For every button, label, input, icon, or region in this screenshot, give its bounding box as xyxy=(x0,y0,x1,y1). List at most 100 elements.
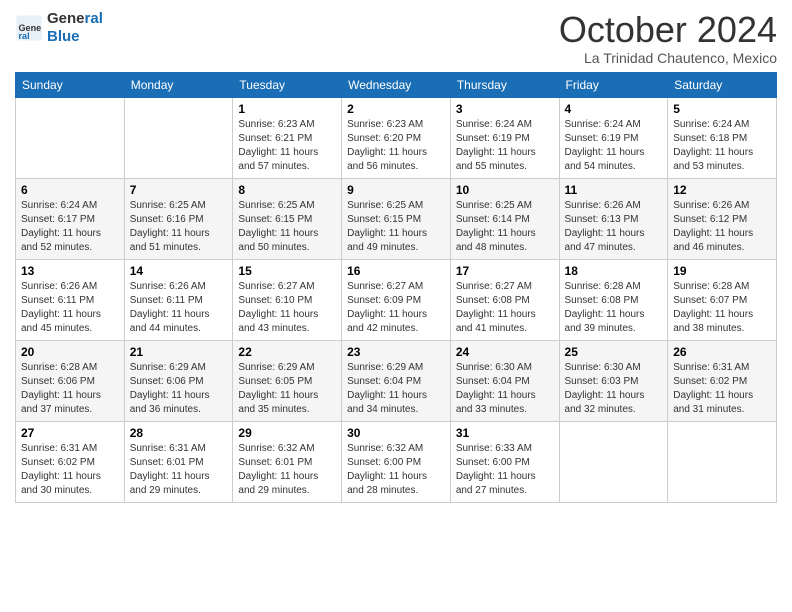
day-info: Sunrise: 6:31 AM Sunset: 6:02 PM Dayligh… xyxy=(673,361,771,417)
calendar-cell: 17 Sunrise: 6:27 AM Sunset: 6:08 PM Dayli… xyxy=(450,259,559,340)
day-number: 27 xyxy=(21,426,119,440)
calendar-cell: 22 Sunrise: 6:29 AM Sunset: 6:05 PM Dayli… xyxy=(233,340,342,421)
calendar-cell: 19Sunrise: 6:28 AM Sunset: 6:07 PM Dayli… xyxy=(668,259,777,340)
calendar-cell: 26 Sunrise: 6:31 AM Sunset: 6:02 PM Dayli… xyxy=(668,340,777,421)
day-info: Sunrise: 6:25 AM Sunset: 6:14 PM Dayligh… xyxy=(456,199,554,255)
day-info: Sunrise: 6:30 AM Sunset: 6:03 PM Dayligh… xyxy=(565,361,663,417)
logo: Gene ral General Blue xyxy=(15,10,103,46)
day-number: 10 xyxy=(456,183,554,197)
day-number: 28 xyxy=(130,426,228,440)
day-info: Sunrise: 6:25 AM Sunset: 6:16 PM Dayligh… xyxy=(130,199,228,255)
week-row-3: 13 Sunrise: 6:26 AM Sunset: 6:11 PM Dayli… xyxy=(16,259,777,340)
week-row-4: 20Sunrise: 6:28 AM Sunset: 6:06 PM Dayli… xyxy=(16,340,777,421)
day-info: Sunrise: 6:24 AM Sunset: 6:19 PM Dayligh… xyxy=(456,118,554,174)
day-number: 22 xyxy=(238,345,336,359)
calendar-cell: 7 Sunrise: 6:25 AM Sunset: 6:16 PM Daylig… xyxy=(124,178,233,259)
day-number: 18 xyxy=(565,264,663,278)
day-info: Sunrise: 6:23 AM Sunset: 6:20 PM Dayligh… xyxy=(347,118,445,174)
weekday-header-sunday: Sunday xyxy=(16,72,125,97)
calendar-cell: 10 Sunrise: 6:25 AM Sunset: 6:14 PM Dayli… xyxy=(450,178,559,259)
day-info: Sunrise: 6:27 AM Sunset: 6:10 PM Dayligh… xyxy=(238,280,336,336)
calendar-cell: 6 Sunrise: 6:24 AM Sunset: 6:17 PM Daylig… xyxy=(16,178,125,259)
day-info: Sunrise: 6:23 AM Sunset: 6:21 PM Dayligh… xyxy=(238,118,336,174)
day-number: 31 xyxy=(456,426,554,440)
day-info: Sunrise: 6:32 AM Sunset: 6:01 PM Dayligh… xyxy=(238,442,336,498)
day-info: Sunrise: 6:24 AM Sunset: 6:19 PM Dayligh… xyxy=(565,118,663,174)
calendar-cell: 12Sunrise: 6:26 AM Sunset: 6:12 PM Dayli… xyxy=(668,178,777,259)
day-number: 26 xyxy=(673,345,771,359)
weekday-header-friday: Friday xyxy=(559,72,668,97)
day-number: 13 xyxy=(21,264,119,278)
calendar-cell: 28 Sunrise: 6:31 AM Sunset: 6:01 PM Dayli… xyxy=(124,421,233,502)
day-info: Sunrise: 6:27 AM Sunset: 6:08 PM Dayligh… xyxy=(456,280,554,336)
logo-icon: Gene ral xyxy=(15,14,43,42)
calendar-table: SundayMondayTuesdayWednesdayThursdayFrid… xyxy=(15,72,777,503)
day-number: 11 xyxy=(565,183,663,197)
day-info: Sunrise: 6:26 AM Sunset: 6:13 PM Dayligh… xyxy=(565,199,663,255)
calendar-cell: 3 Sunrise: 6:24 AM Sunset: 6:19 PM Daylig… xyxy=(450,97,559,178)
day-number: 6 xyxy=(21,183,119,197)
day-info: Sunrise: 6:29 AM Sunset: 6:04 PM Dayligh… xyxy=(347,361,445,417)
weekday-header-thursday: Thursday xyxy=(450,72,559,97)
week-row-5: 27Sunrise: 6:31 AM Sunset: 6:02 PM Dayli… xyxy=(16,421,777,502)
day-info: Sunrise: 6:33 AM Sunset: 6:00 PM Dayligh… xyxy=(456,442,554,498)
page-header: Gene ral General Blue October 2024 La Tr… xyxy=(15,10,777,66)
day-number: 3 xyxy=(456,102,554,116)
calendar-cell: 27Sunrise: 6:31 AM Sunset: 6:02 PM Dayli… xyxy=(16,421,125,502)
day-number: 2 xyxy=(347,102,445,116)
title-block: October 2024 La Trinidad Chautenco, Mexi… xyxy=(559,10,777,66)
calendar-cell: 5 Sunrise: 6:24 AM Sunset: 6:18 PM Daylig… xyxy=(668,97,777,178)
day-number: 12 xyxy=(673,183,771,197)
day-info: Sunrise: 6:32 AM Sunset: 6:00 PM Dayligh… xyxy=(347,442,445,498)
weekday-header-row: SundayMondayTuesdayWednesdayThursdayFrid… xyxy=(16,72,777,97)
day-number: 8 xyxy=(238,183,336,197)
weekday-header-monday: Monday xyxy=(124,72,233,97)
day-info: Sunrise: 6:28 AM Sunset: 6:08 PM Dayligh… xyxy=(565,280,663,336)
calendar-cell: 14 Sunrise: 6:26 AM Sunset: 6:11 PM Dayli… xyxy=(124,259,233,340)
calendar-cell: 15Sunrise: 6:27 AM Sunset: 6:10 PM Dayli… xyxy=(233,259,342,340)
day-number: 14 xyxy=(130,264,228,278)
day-number: 9 xyxy=(347,183,445,197)
day-number: 29 xyxy=(238,426,336,440)
calendar-cell: 2 Sunrise: 6:23 AM Sunset: 6:20 PM Daylig… xyxy=(342,97,451,178)
day-number: 19 xyxy=(673,264,771,278)
day-info: Sunrise: 6:25 AM Sunset: 6:15 PM Dayligh… xyxy=(238,199,336,255)
calendar-cell: 11 Sunrise: 6:26 AM Sunset: 6:13 PM Dayli… xyxy=(559,178,668,259)
day-number: 5 xyxy=(673,102,771,116)
calendar-cell: 24Sunrise: 6:30 AM Sunset: 6:04 PM Dayli… xyxy=(450,340,559,421)
month-title: October 2024 xyxy=(559,10,777,50)
day-number: 20 xyxy=(21,345,119,359)
day-number: 30 xyxy=(347,426,445,440)
location: La Trinidad Chautenco, Mexico xyxy=(559,50,777,66)
day-info: Sunrise: 6:26 AM Sunset: 6:11 PM Dayligh… xyxy=(21,280,119,336)
calendar-cell xyxy=(668,421,777,502)
day-info: Sunrise: 6:31 AM Sunset: 6:01 PM Dayligh… xyxy=(130,442,228,498)
calendar-cell: 20Sunrise: 6:28 AM Sunset: 6:06 PM Dayli… xyxy=(16,340,125,421)
calendar-cell xyxy=(124,97,233,178)
calendar-cell xyxy=(16,97,125,178)
day-number: 7 xyxy=(130,183,228,197)
day-number: 1 xyxy=(238,102,336,116)
day-info: Sunrise: 6:27 AM Sunset: 6:09 PM Dayligh… xyxy=(347,280,445,336)
calendar-cell: 13 Sunrise: 6:26 AM Sunset: 6:11 PM Dayli… xyxy=(16,259,125,340)
day-number: 17 xyxy=(456,264,554,278)
calendar-cell: 31 Sunrise: 6:33 AM Sunset: 6:00 PM Dayli… xyxy=(450,421,559,502)
week-row-2: 6 Sunrise: 6:24 AM Sunset: 6:17 PM Daylig… xyxy=(16,178,777,259)
calendar-cell: 21Sunrise: 6:29 AM Sunset: 6:06 PM Dayli… xyxy=(124,340,233,421)
day-info: Sunrise: 6:29 AM Sunset: 6:06 PM Dayligh… xyxy=(130,361,228,417)
calendar-cell: 8 Sunrise: 6:25 AM Sunset: 6:15 PM Daylig… xyxy=(233,178,342,259)
calendar-cell: 30 Sunrise: 6:32 AM Sunset: 6:00 PM Dayli… xyxy=(342,421,451,502)
day-info: Sunrise: 6:29 AM Sunset: 6:05 PM Dayligh… xyxy=(238,361,336,417)
calendar-cell: 23 Sunrise: 6:29 AM Sunset: 6:04 PM Dayli… xyxy=(342,340,451,421)
calendar-cell: 4Sunrise: 6:24 AM Sunset: 6:19 PM Daylig… xyxy=(559,97,668,178)
svg-text:ral: ral xyxy=(19,31,30,41)
day-info: Sunrise: 6:30 AM Sunset: 6:04 PM Dayligh… xyxy=(456,361,554,417)
day-number: 16 xyxy=(347,264,445,278)
day-info: Sunrise: 6:24 AM Sunset: 6:17 PM Dayligh… xyxy=(21,199,119,255)
week-row-1: 1 Sunrise: 6:23 AM Sunset: 6:21 PM Daylig… xyxy=(16,97,777,178)
day-info: Sunrise: 6:24 AM Sunset: 6:18 PM Dayligh… xyxy=(673,118,771,174)
calendar-cell: 16 Sunrise: 6:27 AM Sunset: 6:09 PM Dayli… xyxy=(342,259,451,340)
day-number: 23 xyxy=(347,345,445,359)
day-info: Sunrise: 6:26 AM Sunset: 6:11 PM Dayligh… xyxy=(130,280,228,336)
weekday-header-saturday: Saturday xyxy=(668,72,777,97)
